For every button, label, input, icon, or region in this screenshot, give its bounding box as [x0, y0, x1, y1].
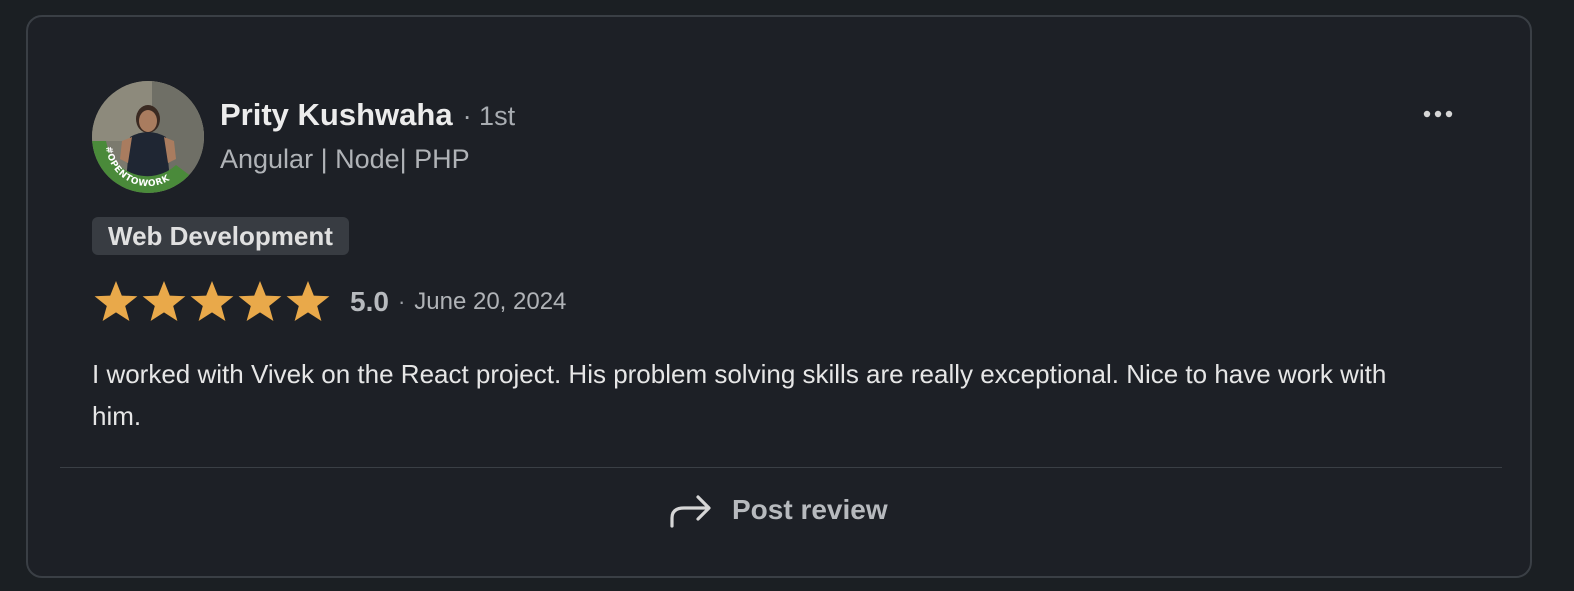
post-review-button[interactable]: Post review — [668, 487, 888, 533]
star-icon — [238, 281, 282, 321]
reviewer-headline: Angular | Node| PHP — [220, 144, 470, 174]
star-icon — [142, 281, 186, 321]
reviewer-name[interactable]: Prity Kushwaha — [220, 97, 453, 133]
connection-degree: · 1st — [462, 101, 516, 131]
star-icon — [94, 281, 138, 321]
share-arrow-icon — [670, 495, 711, 528]
star-rating — [92, 279, 332, 325]
review-text: I worked with Vivek on the React project… — [92, 359, 1387, 431]
post-review-label: Post review — [732, 494, 888, 525]
service-tag: Web Development — [92, 217, 349, 255]
star-icon — [190, 281, 234, 321]
review-card: #OPENTOWORK Prity Kushwaha · 1st Angular… — [26, 15, 1532, 578]
avatar[interactable]: #OPENTOWORK — [92, 81, 204, 193]
rating-score: 5.0 — [350, 286, 389, 317]
star-icon — [286, 281, 330, 321]
reviewer-name-row: Prity Kushwaha · 1st — [220, 97, 515, 133]
rating-separator: · — [397, 289, 406, 314]
more-options-button[interactable] — [1418, 99, 1458, 129]
rating-row: 5.0 · June 20, 2024 — [92, 279, 566, 325]
ellipsis-icon — [1423, 110, 1453, 118]
review-date: June 20, 2024 — [414, 288, 567, 315]
divider — [60, 467, 1502, 468]
